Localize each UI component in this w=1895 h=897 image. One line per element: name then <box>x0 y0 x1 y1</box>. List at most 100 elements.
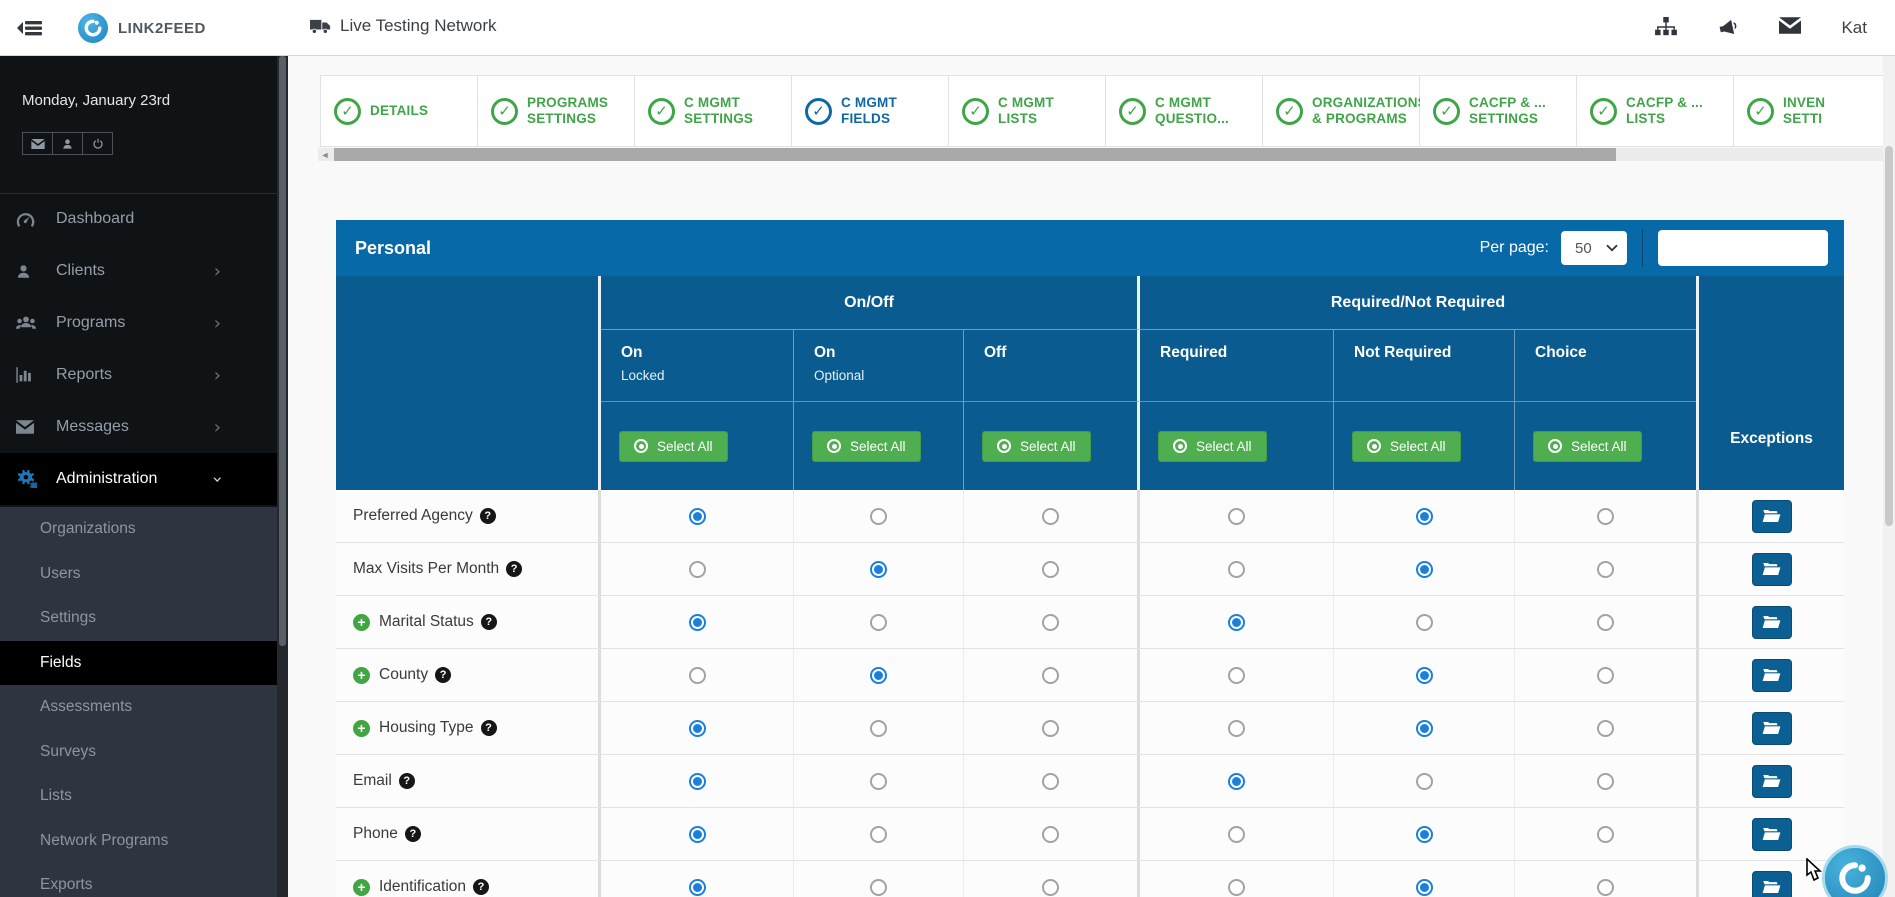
sidebar-subitem-surveys[interactable]: Surveys <box>0 730 277 775</box>
sitemap-icon[interactable] <box>1655 17 1677 39</box>
sidebar-subitem-assessments[interactable]: Assessments <box>0 685 277 730</box>
select-all-button-required[interactable]: Select All <box>1158 431 1267 462</box>
sidebar-subitem-lists[interactable]: Lists <box>0 774 277 819</box>
tab-c-mgmt-questions[interactable]: ✓C MGMTQUESTIO... <box>1106 76 1263 146</box>
sidebar-item-clients[interactable]: Clients › <box>0 245 277 297</box>
select-all-button-not-required[interactable]: Select All <box>1352 431 1461 462</box>
plus-icon[interactable]: + <box>353 614 370 631</box>
radio-required[interactable] <box>1228 826 1245 843</box>
envelope-icon[interactable] <box>1779 17 1801 39</box>
exceptions-button[interactable] <box>1752 712 1792 745</box>
select-all-button-off[interactable]: Select All <box>982 431 1091 462</box>
page-vertical-scrollbar[interactable] <box>1883 56 1895 897</box>
sidebar-subitem-fields[interactable]: Fields <box>0 641 288 686</box>
radio-on-locked[interactable] <box>689 508 706 525</box>
radio-off[interactable] <box>1042 773 1059 790</box>
tab-inventory-settings[interactable]: ✓INVENSETTI <box>1734 76 1891 146</box>
radio-on-optional[interactable] <box>870 508 887 525</box>
network-selector[interactable]: Live Testing Network <box>310 16 497 36</box>
sidebar-subitem-users[interactable]: Users <box>0 552 277 597</box>
search-input[interactable] <box>1658 230 1828 266</box>
radio-on-locked[interactable] <box>689 773 706 790</box>
radio-not-required[interactable] <box>1416 667 1433 684</box>
tab-details[interactable]: ✓DETAILS <box>321 76 478 146</box>
tab-programs-settings[interactable]: ✓PROGRAMSSETTINGS <box>478 76 635 146</box>
radio-on-optional[interactable] <box>870 667 887 684</box>
radio-on-optional[interactable] <box>870 720 887 737</box>
radio-on-locked[interactable] <box>689 561 706 578</box>
exceptions-button[interactable] <box>1752 818 1792 851</box>
sidebar-item-administration[interactable]: Administration › <box>0 453 277 505</box>
exceptions-button[interactable] <box>1752 765 1792 798</box>
exceptions-button[interactable] <box>1752 659 1792 692</box>
user-icon[interactable] <box>52 132 83 155</box>
sidebar-subitem-settings[interactable]: Settings <box>0 596 277 641</box>
radio-choice[interactable] <box>1597 614 1614 631</box>
sidebar-item-programs[interactable]: Programs › <box>0 297 277 349</box>
radio-not-required[interactable] <box>1416 879 1433 896</box>
megaphone-icon[interactable] <box>1717 17 1739 39</box>
help-icon[interactable]: ? <box>506 561 522 577</box>
radio-on-locked[interactable] <box>689 826 706 843</box>
radio-not-required[interactable] <box>1416 720 1433 737</box>
radio-on-optional[interactable] <box>870 614 887 631</box>
radio-off[interactable] <box>1042 561 1059 578</box>
help-icon[interactable]: ? <box>473 879 489 895</box>
help-icon[interactable]: ? <box>435 667 451 683</box>
help-icon[interactable]: ? <box>481 614 497 630</box>
vertical-scrollbar-thumb[interactable] <box>1885 146 1893 526</box>
radio-on-optional[interactable] <box>870 826 887 843</box>
power-icon[interactable] <box>82 132 113 155</box>
radio-off[interactable] <box>1042 826 1059 843</box>
radio-choice[interactable] <box>1597 773 1614 790</box>
radio-on-optional[interactable] <box>870 879 887 896</box>
radio-choice[interactable] <box>1597 561 1614 578</box>
sidebar-scrollbar-thumb[interactable] <box>279 56 286 646</box>
select-all-button-on-locked[interactable]: Select All <box>619 431 728 462</box>
tabs-horizontal-scrollbar[interactable]: ◄ ► <box>318 148 1895 161</box>
radio-not-required[interactable] <box>1416 773 1433 790</box>
sidebar-item-reports[interactable]: Reports › <box>0 349 277 401</box>
sidebar-item-dashboard[interactable]: Dashboard <box>0 193 277 245</box>
radio-choice[interactable] <box>1597 826 1614 843</box>
radio-on-locked[interactable] <box>689 879 706 896</box>
scroll-left-arrow-icon[interactable]: ◄ <box>318 148 332 161</box>
exceptions-button[interactable] <box>1752 606 1792 639</box>
radio-on-locked[interactable] <box>689 720 706 737</box>
radio-on-locked[interactable] <box>689 667 706 684</box>
radio-off[interactable] <box>1042 614 1059 631</box>
plus-icon[interactable]: + <box>353 720 370 737</box>
radio-off[interactable] <box>1042 667 1059 684</box>
tab-c-mgmt-lists[interactable]: ✓C MGMTLISTS <box>949 76 1106 146</box>
radio-on-locked[interactable] <box>689 614 706 631</box>
brand[interactable]: LINK2FEED <box>78 13 206 43</box>
radio-required[interactable] <box>1228 720 1245 737</box>
radio-on-optional[interactable] <box>870 561 887 578</box>
radio-on-optional[interactable] <box>870 773 887 790</box>
tab-cacfp-lists[interactable]: ✓CACFP & ...LISTS <box>1577 76 1734 146</box>
help-icon[interactable]: ? <box>399 773 415 789</box>
radio-off[interactable] <box>1042 720 1059 737</box>
select-all-button-choice[interactable]: Select All <box>1533 431 1642 462</box>
sidebar-subitem-exports[interactable]: Exports <box>0 863 277 897</box>
radio-choice[interactable] <box>1597 879 1614 896</box>
sidebar-item-messages[interactable]: Messages › <box>0 401 277 453</box>
radio-choice[interactable] <box>1597 667 1614 684</box>
plus-icon[interactable]: + <box>353 879 370 896</box>
user-menu[interactable]: Kat <box>1841 18 1867 38</box>
envelope-icon[interactable] <box>22 132 53 155</box>
exceptions-button[interactable] <box>1752 553 1792 586</box>
radio-required[interactable] <box>1228 614 1245 631</box>
radio-not-required[interactable] <box>1416 614 1433 631</box>
radio-required[interactable] <box>1228 773 1245 790</box>
exceptions-button[interactable] <box>1752 871 1792 897</box>
tab-cacfp-settings[interactable]: ✓CACFP & ...SETTINGS <box>1420 76 1577 146</box>
radio-choice[interactable] <box>1597 508 1614 525</box>
radio-required[interactable] <box>1228 508 1245 525</box>
tab-c-mgmt-fields[interactable]: ✓C MGMTFIELDS <box>792 76 949 146</box>
sidebar-subitem-organizations[interactable]: Organizations <box>0 507 277 552</box>
radio-off[interactable] <box>1042 879 1059 896</box>
help-icon[interactable]: ? <box>405 826 421 842</box>
sidebar-subitem-network-programs[interactable]: Network Programs <box>0 819 277 864</box>
horizontal-scrollbar-thumb[interactable] <box>334 148 1616 161</box>
